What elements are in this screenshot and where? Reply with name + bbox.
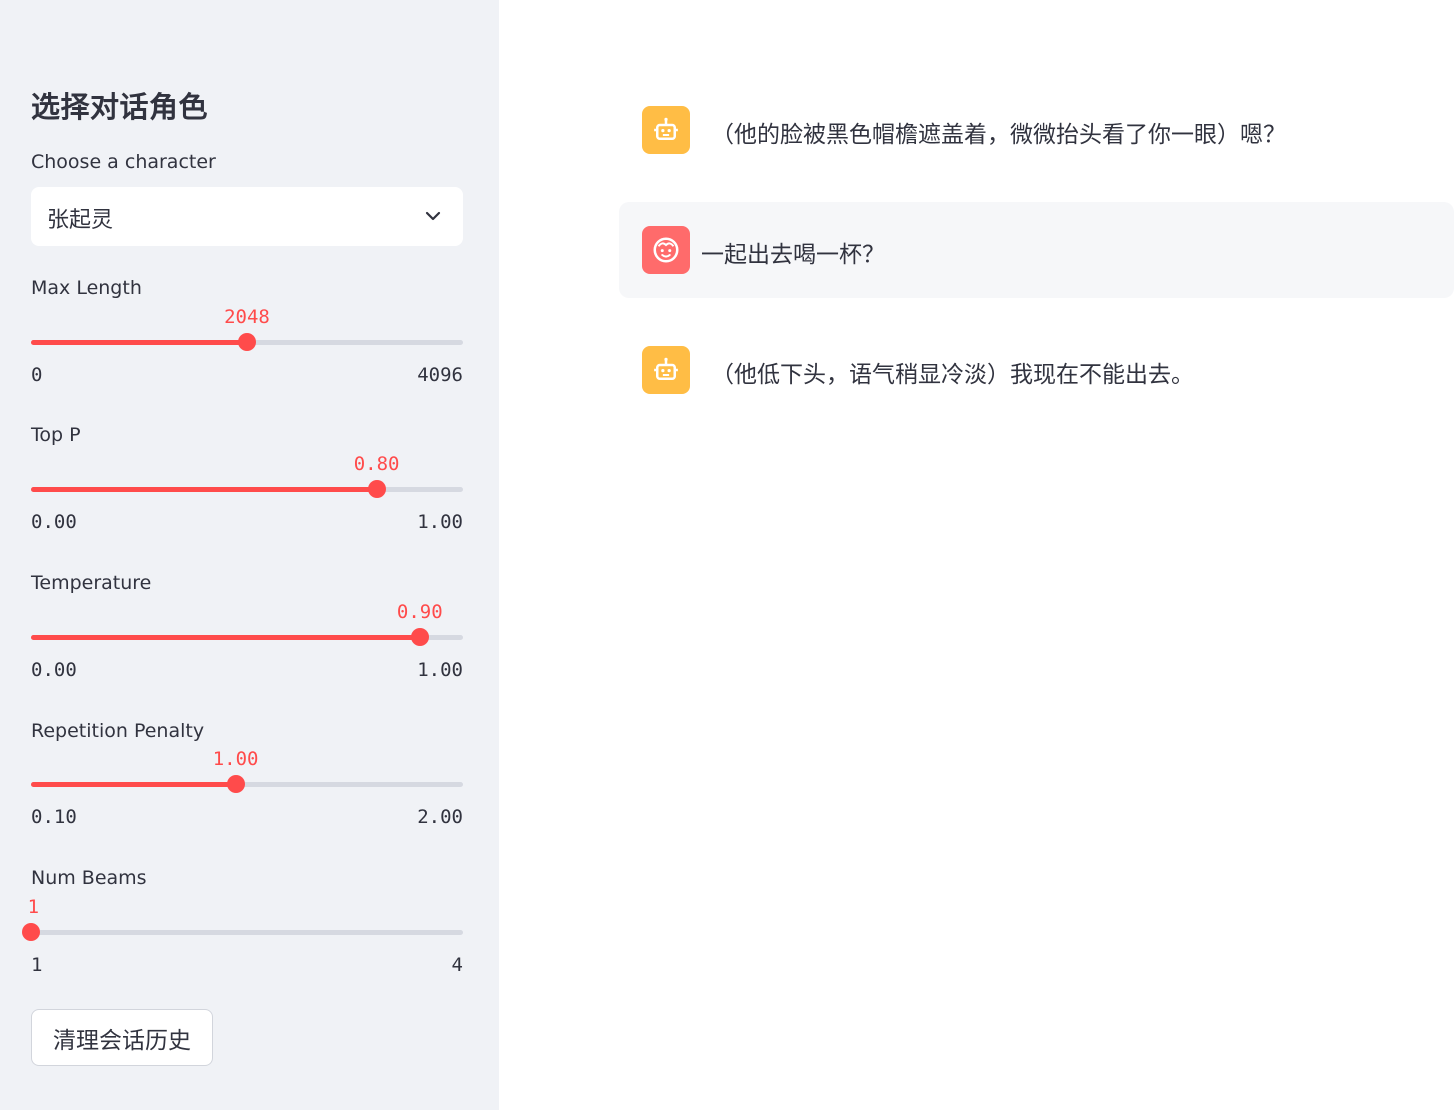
- character-select-label: Choose a character: [31, 151, 216, 173]
- slider-min: 0.10: [31, 806, 77, 828]
- slider-value: 0.90: [396, 601, 443, 623]
- repetition-penalty-label: Repetition Penalty: [31, 720, 205, 742]
- message-text: （他低下头，语气稍显冷淡）我现在不能出去。: [711, 362, 1194, 388]
- top-p-slider[interactable]: 0.80 0.00 1.00: [31, 453, 463, 563]
- slider-value: 1: [27, 896, 40, 918]
- character-select-value: 张起灵: [47, 208, 114, 233]
- slider-max: 4096: [417, 364, 463, 386]
- top-p-label: Top P: [31, 424, 81, 446]
- slider-fill: [31, 487, 377, 492]
- assistant-avatar: [642, 106, 690, 154]
- smiley-face-icon: [653, 237, 679, 263]
- robot-icon: [654, 357, 678, 380]
- slider-max: 4: [451, 954, 463, 976]
- slider-min: 0.00: [31, 659, 77, 681]
- slider-thumb[interactable]: [367, 480, 386, 498]
- chat-message-assistant: （他的脸被黑色帽檐遮盖着，微微抬头看了你一眼）嗯？: [619, 82, 1454, 178]
- clear-history-button[interactable]: 清理会话历史: [31, 1009, 213, 1066]
- chat-message-assistant: （他低下头，语气稍显冷淡）我现在不能出去。: [619, 322, 1454, 418]
- num-beams-slider[interactable]: 1 1 4: [22, 896, 463, 1006]
- message-text: （他的脸被黑色帽檐遮盖着，微微抬头看了你一眼）嗯？: [711, 122, 1286, 148]
- slider-thumb[interactable]: [226, 775, 245, 793]
- robot-icon: [654, 117, 678, 140]
- temperature-label: Temperature: [31, 572, 152, 594]
- user-avatar: [642, 226, 690, 274]
- chat-message-user: 一起出去喝一杯？: [619, 202, 1454, 298]
- max-length-label: Max Length: [31, 277, 142, 299]
- slider-track[interactable]: [31, 930, 463, 935]
- repetition-penalty-slider[interactable]: 1.00 0.10 2.00: [31, 748, 463, 858]
- slider-value: 0.80: [353, 453, 400, 475]
- slider-min: 1: [31, 954, 43, 976]
- chat-area: （他的脸被黑色帽檐遮盖着，微微抬头看了你一眼）嗯？ 一起出去喝一杯？ （他低下头…: [499, 0, 1454, 1110]
- assistant-avatar: [642, 346, 690, 394]
- slider-thumb[interactable]: [238, 333, 256, 351]
- message-text: 一起出去喝一杯？: [701, 242, 885, 268]
- num-beams-label: Num Beams: [31, 867, 147, 889]
- slider-fill: [31, 635, 420, 640]
- slider-max: 1.00: [417, 659, 463, 681]
- slider-fill: [31, 782, 236, 787]
- slider-value: 1.00: [212, 748, 259, 770]
- slider-fill: [31, 340, 247, 345]
- sidebar-title: 选择对话角色: [31, 90, 209, 124]
- slider-value: 2048: [224, 306, 270, 328]
- slider-min: 0.00: [31, 511, 77, 533]
- sidebar: 选择对话角色 Choose a character 张起灵 Max Length…: [0, 0, 499, 1110]
- slider-thumb[interactable]: [22, 923, 40, 941]
- character-select[interactable]: 张起灵: [31, 187, 463, 246]
- slider-thumb[interactable]: [410, 628, 429, 646]
- slider-max: 1.00: [417, 511, 463, 533]
- slider-min: 0: [31, 364, 43, 386]
- slider-max: 2.00: [417, 806, 463, 828]
- temperature-slider[interactable]: 0.90 0.00 1.00: [31, 601, 463, 711]
- max-length-slider[interactable]: 2048 0 4096: [31, 306, 463, 416]
- chevron-down-icon: [425, 211, 441, 221]
